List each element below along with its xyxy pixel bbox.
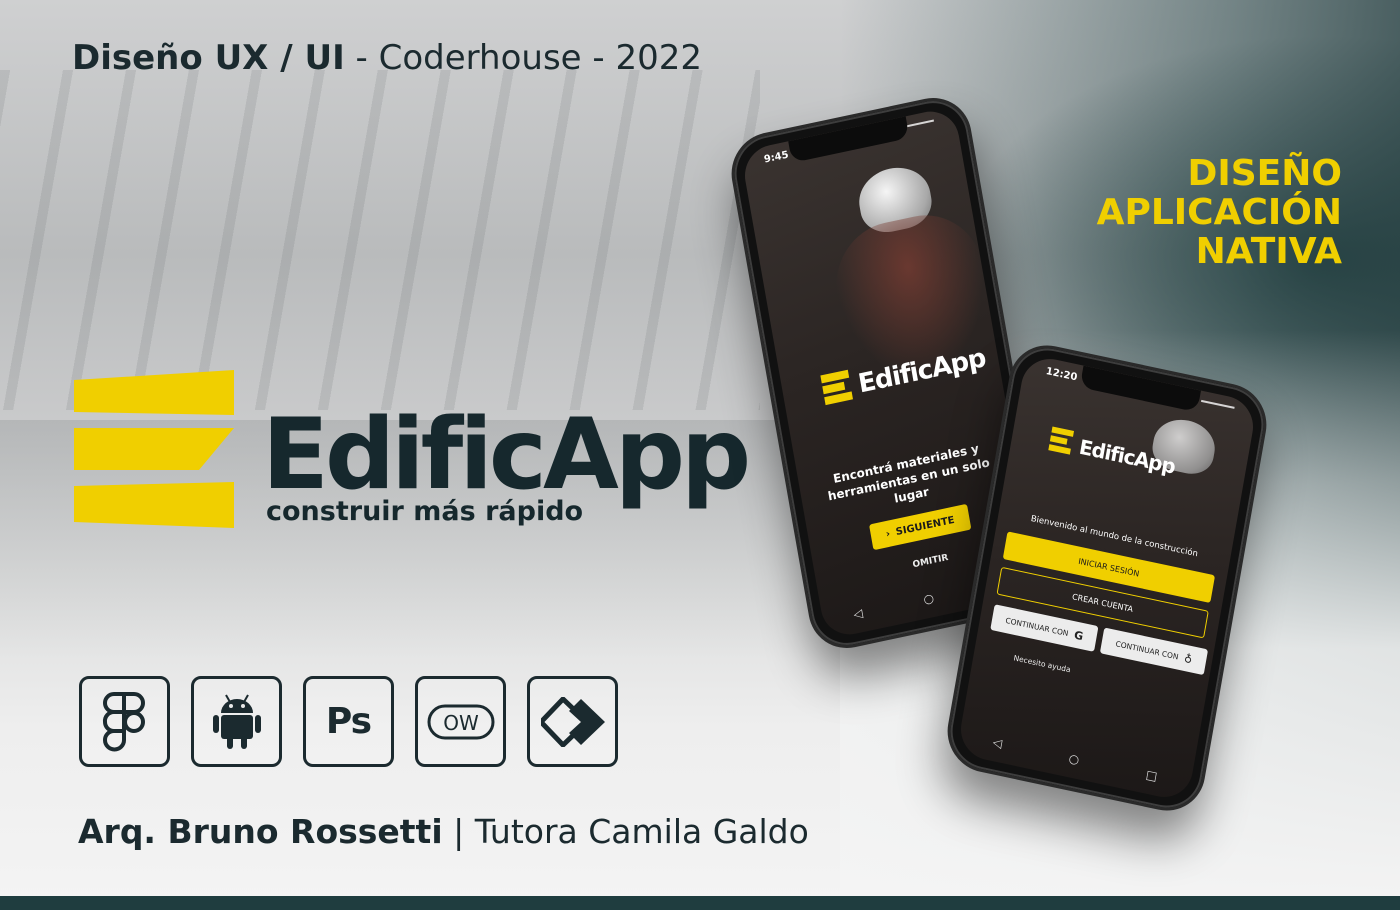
bottom-bar [0, 896, 1400, 910]
title-course: Diseño UX / UI [72, 38, 345, 78]
credits-separator: | [442, 812, 475, 851]
onboarding-headline: Encontrá materiales y herramientas en un… [826, 441, 991, 506]
brand-name: EdificApp [262, 398, 751, 512]
phone-notch [788, 116, 910, 163]
login-button-label: INICIAR SESIÓN [1077, 556, 1141, 579]
photoshop-icon: Ps [303, 676, 394, 767]
apple-icon: ♁ [1183, 651, 1194, 666]
google-icon: G [1073, 627, 1085, 643]
skip-link[interactable]: OMITIR [912, 553, 949, 570]
status-time: 9:45 [763, 149, 790, 166]
signup-button-label: CREAR CUENTA [1071, 591, 1134, 614]
project-type-line-2: APLICACIÓN [1096, 192, 1342, 233]
author-credits: Arq. Bruno Rossetti | Tutora Camila Gald… [78, 812, 809, 851]
photoshop-label: Ps [325, 701, 372, 742]
nav-back-icon[interactable]: ◁ [992, 735, 1003, 751]
nav-back-icon[interactable]: ◁ [852, 606, 863, 622]
author-name: Arq. Bruno Rossetti [78, 812, 443, 851]
project-type-line-3: NATIVA [1195, 231, 1342, 272]
nav-home-icon[interactable]: ○ [922, 591, 935, 607]
app-logo-icon [820, 369, 853, 408]
page-title: Diseño UX / UI - Coderhouse - 2022 [72, 38, 702, 78]
status-time: 12:20 [1044, 365, 1079, 384]
project-type-line-1: DISEÑO [1187, 153, 1342, 194]
title-meta: - Coderhouse - 2022 [344, 38, 702, 78]
figma-icon [79, 676, 170, 767]
phone-notch [1079, 365, 1201, 413]
next-button[interactable]: › SIGUIENTE [869, 503, 972, 551]
ow-icon: OW [415, 676, 506, 767]
help-link[interactable]: Necesito ayuda [1013, 653, 1071, 674]
android-icon [191, 676, 282, 767]
project-type-title: DISEÑO APLICACIÓN NATIVA [1012, 154, 1342, 271]
google-button-label: CONTINUAR CON [1004, 615, 1070, 638]
next-button-label: SIGUIENTE [894, 514, 956, 538]
nav-home-icon[interactable]: ○ [1068, 751, 1081, 767]
edificapp-logo-icon [74, 370, 234, 528]
chevron-right-icon: › [885, 527, 891, 540]
app-logo-icon [1048, 426, 1075, 457]
background-structure [0, 70, 760, 410]
ow-label: OW [443, 711, 479, 735]
diamond-logo-icon [527, 676, 618, 767]
brand-tagline: construir más rápido [266, 496, 584, 527]
nav-recents-icon[interactable]: □ [1145, 767, 1159, 783]
status-icons [1199, 399, 1235, 415]
tutor-name: Tutora Camila Galdo [474, 812, 809, 851]
apple-button-label: CONTINUAR CON [1114, 638, 1180, 661]
